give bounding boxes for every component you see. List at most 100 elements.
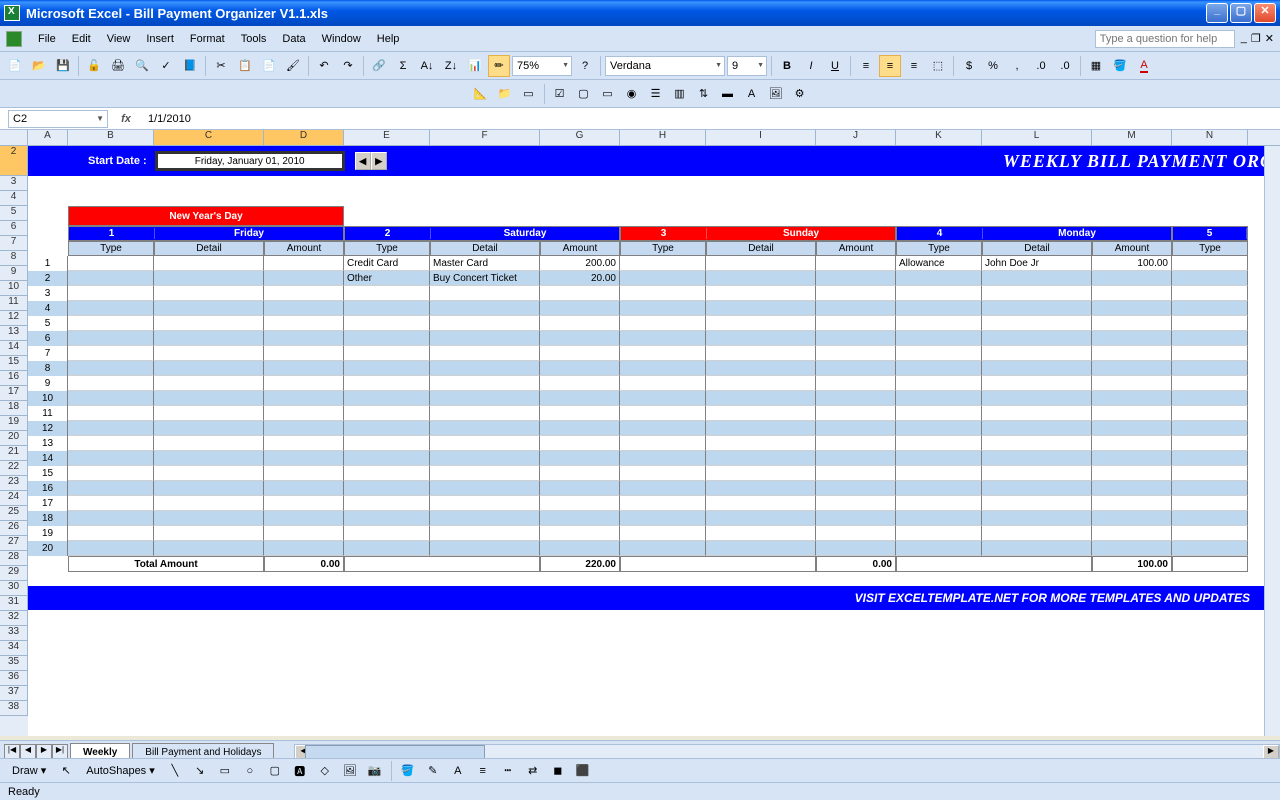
hscroll-right-button[interactable]: ▶ <box>1263 745 1279 759</box>
permission-button[interactable]: 🔓 <box>83 55 105 77</box>
cell-r4-d1-detail[interactable] <box>430 301 540 316</box>
cell-r8-d0-detail[interactable] <box>154 361 264 376</box>
cell-r16-d4-type[interactable] <box>1172 481 1248 496</box>
open-button[interactable]: 📂 <box>28 55 50 77</box>
cell-r6-d2-amount[interactable] <box>816 331 896 346</box>
cell-r17-d3-detail[interactable] <box>982 496 1092 511</box>
cell-r5-d0-type[interactable] <box>68 316 154 331</box>
menu-file[interactable]: File <box>30 30 64 48</box>
cell-r18-d2-amount[interactable] <box>816 511 896 526</box>
cell-r11-d3-amount[interactable] <box>1092 406 1172 421</box>
cell-r11-d2-detail[interactable] <box>706 406 816 421</box>
cell-r12-d0-type[interactable] <box>68 421 154 436</box>
currency-button[interactable]: $ <box>958 55 980 77</box>
cell-r6-d3-detail[interactable] <box>982 331 1092 346</box>
col-E[interactable]: E <box>344 130 430 145</box>
prev-week-button[interactable]: ◀ <box>355 152 371 170</box>
format-painter-button[interactable]: 🖌 <box>282 55 304 77</box>
data-row-14[interactable]: 14 <box>68 451 1280 466</box>
cell-r12-d1-type[interactable] <box>344 421 430 436</box>
menu-data[interactable]: Data <box>274 30 313 48</box>
cell-r10-d2-type[interactable] <box>620 391 706 406</box>
doc-close-button[interactable]: ✕ <box>1265 32 1274 45</box>
autosum-button[interactable]: Σ <box>392 55 414 77</box>
row-16[interactable]: 16 <box>0 371 28 386</box>
cell-r3-d1-detail[interactable] <box>430 286 540 301</box>
cell-r18-d1-type[interactable] <box>344 511 430 526</box>
name-box[interactable]: C2 <box>8 110 108 128</box>
cell-r7-d2-amount[interactable] <box>816 346 896 361</box>
cell-r20-d1-amount[interactable] <box>540 541 620 556</box>
cell-r3-d3-amount[interactable] <box>1092 286 1172 301</box>
row-12[interactable]: 12 <box>0 311 28 326</box>
data-row-18[interactable]: 18 <box>68 511 1280 526</box>
cell-r12-d4-type[interactable] <box>1172 421 1248 436</box>
cell-r1-d2-amount[interactable] <box>816 256 896 271</box>
cell-r1-d2-type[interactable] <box>620 256 706 271</box>
cell-r2-d2-detail[interactable] <box>706 271 816 286</box>
new-button[interactable]: 📄 <box>4 55 26 77</box>
cell-r11-d0-type[interactable] <box>68 406 154 421</box>
row-5[interactable]: 5 <box>0 206 28 221</box>
cell-r12-d2-amount[interactable] <box>816 421 896 436</box>
cell-r2-d3-amount[interactable] <box>1092 271 1172 286</box>
col-H[interactable]: H <box>620 130 706 145</box>
cell-r19-d0-type[interactable] <box>68 526 154 541</box>
cell-r14-d4-type[interactable] <box>1172 451 1248 466</box>
form-checkbox-icon[interactable]: ☑ <box>549 83 571 105</box>
hscroll-thumb[interactable] <box>305 745 485 759</box>
cell-r20-d3-detail[interactable] <box>982 541 1092 556</box>
col-G[interactable]: G <box>540 130 620 145</box>
textbox-tool[interactable]: ▢ <box>264 760 286 782</box>
cell-r6-d2-type[interactable] <box>620 331 706 346</box>
cell-r2-d0-detail[interactable] <box>154 271 264 286</box>
row-13[interactable]: 13 <box>0 326 28 341</box>
cell-r3-d2-type[interactable] <box>620 286 706 301</box>
cell-r4-d1-type[interactable] <box>344 301 430 316</box>
cell-r4-d3-amount[interactable] <box>1092 301 1172 316</box>
col-B[interactable]: B <box>68 130 154 145</box>
cell-r4-d0-amount[interactable] <box>264 301 344 316</box>
row-19[interactable]: 19 <box>0 416 28 431</box>
cell-r5-d3-type[interactable] <box>896 316 982 331</box>
arrow-tool[interactable]: ↘ <box>189 760 211 782</box>
col-K[interactable]: K <box>896 130 982 145</box>
cell-r17-d1-detail[interactable] <box>430 496 540 511</box>
data-row-13[interactable]: 13 <box>68 436 1280 451</box>
cell-r11-d2-type[interactable] <box>620 406 706 421</box>
cell-r19-d3-amount[interactable] <box>1092 526 1172 541</box>
menu-format[interactable]: Format <box>182 30 233 48</box>
research-button[interactable]: 📘 <box>179 55 201 77</box>
align-center-button[interactable]: ≡ <box>879 55 901 77</box>
cell-r13-d2-amount[interactable] <box>816 436 896 451</box>
cell-r5-d4-type[interactable] <box>1172 316 1248 331</box>
cell-r9-d3-type[interactable] <box>896 376 982 391</box>
cell-r3-d2-detail[interactable] <box>706 286 816 301</box>
col-F[interactable]: F <box>430 130 540 145</box>
cell-r11-d1-type[interactable] <box>344 406 430 421</box>
cell-r18-d3-amount[interactable] <box>1092 511 1172 526</box>
cell-r16-d1-amount[interactable] <box>540 481 620 496</box>
form-textbox-icon[interactable]: ▢ <box>573 83 595 105</box>
cell-r16-d3-detail[interactable] <box>982 481 1092 496</box>
cell-r6-d4-type[interactable] <box>1172 331 1248 346</box>
row-28[interactable]: 28 <box>0 551 28 566</box>
data-row-11[interactable]: 11 <box>68 406 1280 421</box>
undo-button[interactable]: ↶ <box>313 55 335 77</box>
cell-r4-d2-detail[interactable] <box>706 301 816 316</box>
menu-window[interactable]: Window <box>314 30 369 48</box>
copy-button[interactable]: 📋 <box>234 55 256 77</box>
row-15[interactable]: 15 <box>0 356 28 371</box>
cell-r13-d4-type[interactable] <box>1172 436 1248 451</box>
cell-r11-d2-amount[interactable] <box>816 406 896 421</box>
cell-r6-d0-type[interactable] <box>68 331 154 346</box>
cell-r2-d2-type[interactable] <box>620 271 706 286</box>
row-34[interactable]: 34 <box>0 641 28 656</box>
cell-r10-d1-detail[interactable] <box>430 391 540 406</box>
cell-r1-d0-type[interactable] <box>68 256 154 271</box>
underline-button[interactable]: U <box>824 55 846 77</box>
cell-r18-d3-type[interactable] <box>896 511 982 526</box>
cell-r15-d3-detail[interactable] <box>982 466 1092 481</box>
cell-r15-d3-amount[interactable] <box>1092 466 1172 481</box>
form-button-icon[interactable]: ▭ <box>597 83 619 105</box>
